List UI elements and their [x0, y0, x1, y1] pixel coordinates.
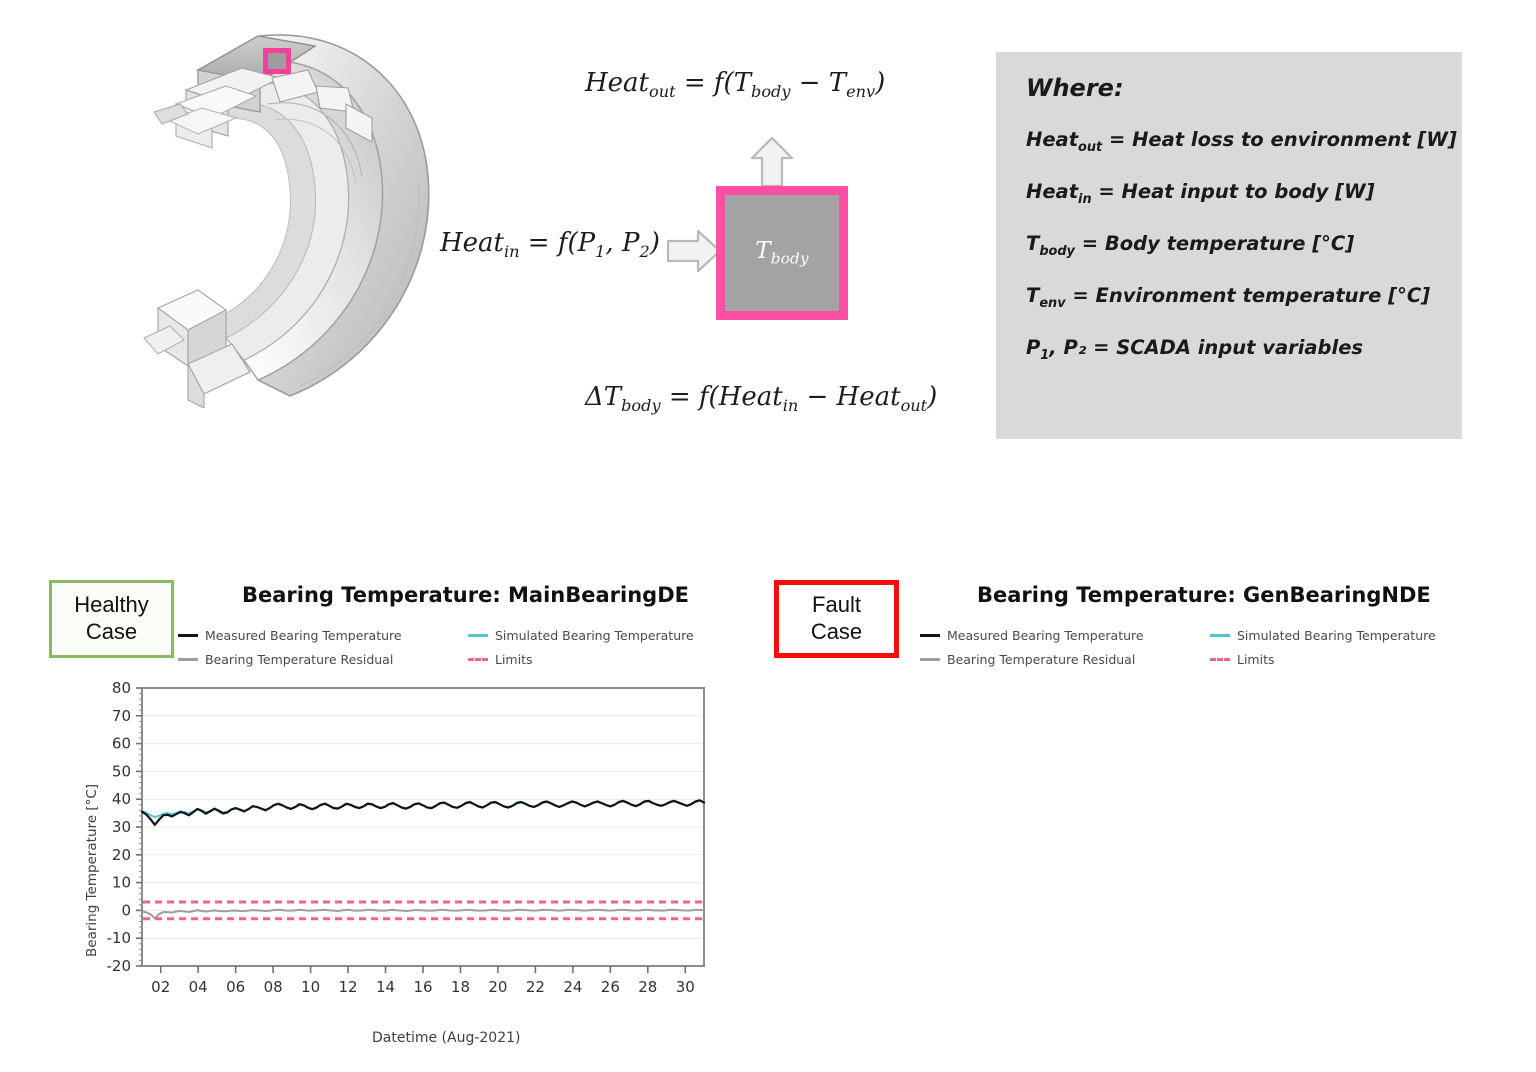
legend-item-measured: Measured Bearing Temperature [920, 628, 1210, 643]
bearing-illustration [140, 8, 470, 408]
svg-text:06: 06 [226, 978, 245, 996]
legend-swatch-residual-icon [178, 658, 198, 661]
svg-text:30: 30 [676, 978, 695, 996]
legend-swatch-measured-icon [920, 634, 940, 637]
equation-heat-in: Heatin = f(P1, P2) [440, 228, 660, 262]
chart-panel-fault: Fault Case Bearing Temperature: GenBeari… [760, 470, 1520, 1072]
legend-swatch-residual-icon [920, 658, 940, 661]
where-line-heat-in: Heatin = Heat input to body [W] [1026, 179, 1375, 207]
thermal-model-diagram: Heatout = f(Tbody − Tenv) Heatin = f(P1,… [0, 0, 1536, 470]
fault-chart-legend: Measured Bearing Temperature Simulated B… [920, 628, 1480, 667]
legend-label-measured: Measured Bearing Temperature [205, 628, 402, 643]
where-text-heat-out: = Heat loss to environment [W] [1102, 128, 1457, 151]
body-temperature-label: Tbody [755, 238, 809, 268]
healthy-badge-line2: Case [85, 619, 138, 644]
legend-label-simulated: Simulated Bearing Temperature [495, 628, 694, 643]
equation-heat-out: Heatout = f(Tbody − Tenv) [585, 68, 886, 102]
svg-text:-10: -10 [107, 929, 132, 947]
svg-text:60: 60 [112, 735, 131, 753]
legend-label-measured: Measured Bearing Temperature [947, 628, 1144, 643]
chart-panel-healthy: Healthy Case Bearing Temperature: MainBe… [0, 470, 760, 1072]
fault-badge-line1: Fault [812, 592, 861, 618]
legend-swatch-limits-icon [468, 658, 488, 661]
svg-text:08: 08 [264, 978, 283, 996]
legend-swatch-limits-icon [1210, 658, 1230, 661]
healthy-chart-legend: Measured Bearing Temperature Simulated B… [178, 628, 738, 667]
svg-text:26: 26 [601, 978, 620, 996]
fault-badge-line2: Case [810, 619, 863, 644]
arrow-up-icon [750, 136, 794, 188]
fault-chart-title: Bearing Temperature: GenBearingNDE [977, 583, 1431, 607]
svg-text:22: 22 [526, 978, 545, 996]
svg-text:24: 24 [563, 978, 582, 996]
svg-text:0: 0 [121, 901, 131, 919]
healthy-case-badge: Healthy Case [49, 580, 174, 658]
where-line-scada: P1, P₂ = SCADA input variables [1026, 335, 1364, 363]
where-line-t-env: Tenv = Environment temperature [°C] [1026, 283, 1431, 311]
legend-item-limits: Limits [1210, 652, 1480, 667]
where-text-t-body: = Body temperature [°C] [1074, 231, 1355, 255]
bearing-cad-icon [143, 34, 430, 408]
svg-text:-20: -20 [107, 957, 132, 975]
where-legend-box: Where: Heatout = Heat loss to environmen… [996, 52, 1462, 439]
healthy-plot: -20 -10 0 10 20 30 40 50 60 70 80 02 04 06 08 10 12 14 16 1… [70, 682, 710, 1012]
svg-text:04: 04 [189, 978, 208, 996]
bearing-highlight-marker [263, 48, 291, 74]
equation-delta-tbody: ΔTbody = f(Heatin − Heatout) [585, 382, 938, 416]
charts-section: Healthy Case Bearing Temperature: MainBe… [0, 470, 1536, 1072]
svg-text:16: 16 [413, 978, 432, 996]
healthy-x-axis-label: Datetime (Aug-2021) [372, 1030, 521, 1046]
where-title: Where: [1026, 74, 1124, 102]
legend-item-residual: Bearing Temperature Residual [920, 652, 1210, 667]
where-text-scada: , P₂ = SCADA input variables [1049, 335, 1364, 359]
legend-item-measured: Measured Bearing Temperature [178, 628, 468, 643]
legend-swatch-simulated-icon [1210, 634, 1230, 637]
legend-label-residual: Bearing Temperature Residual [947, 652, 1136, 667]
arrow-right-icon [666, 229, 722, 273]
legend-label-simulated: Simulated Bearing Temperature [1237, 628, 1436, 643]
svg-text:20: 20 [112, 846, 131, 864]
svg-text:14: 14 [376, 978, 395, 996]
where-text-heat-in: = Heat input to body [W] [1091, 179, 1375, 203]
healthy-chart-title: Bearing Temperature: MainBearingDE [242, 583, 689, 607]
legend-label-limits: Limits [1237, 652, 1275, 667]
healthy-plot-svg: -20 -10 0 10 20 30 40 50 60 70 80 02 04 06 08 10 12 14 16 1… [107, 682, 706, 996]
svg-text:10: 10 [301, 978, 320, 996]
legend-label-residual: Bearing Temperature Residual [205, 652, 394, 667]
legend-item-simulated: Simulated Bearing Temperature [1210, 628, 1480, 643]
svg-text:28: 28 [638, 978, 657, 996]
healthy-badge-line1: Healthy [74, 592, 149, 618]
svg-text:80: 80 [112, 682, 131, 697]
svg-text:02: 02 [151, 978, 170, 996]
legend-swatch-simulated-icon [468, 634, 488, 637]
healthy-y-axis-label: Bearing Temperature [°C] [84, 783, 100, 957]
where-line-heat-out: Heatout = Heat loss to environment [W] [1026, 128, 1457, 155]
fault-case-badge: Fault Case [774, 580, 899, 658]
legend-item-simulated: Simulated Bearing Temperature [468, 628, 738, 643]
svg-text:12: 12 [339, 978, 358, 996]
legend-swatch-measured-icon [178, 634, 198, 637]
svg-text:40: 40 [112, 790, 131, 808]
svg-text:18: 18 [451, 978, 470, 996]
legend-item-limits: Limits [468, 652, 738, 667]
svg-text:10: 10 [112, 874, 131, 892]
where-text-t-env: = Environment temperature [°C] [1065, 283, 1431, 307]
svg-text:70: 70 [112, 707, 131, 725]
svg-text:50: 50 [112, 762, 131, 780]
legend-item-residual: Bearing Temperature Residual [178, 652, 468, 667]
body-temperature-box: Tbody [716, 186, 848, 320]
legend-label-limits: Limits [495, 652, 533, 667]
svg-text:30: 30 [112, 818, 131, 836]
where-line-t-body: Tbody = Body temperature [°C] [1026, 231, 1355, 259]
svg-text:20: 20 [488, 978, 507, 996]
